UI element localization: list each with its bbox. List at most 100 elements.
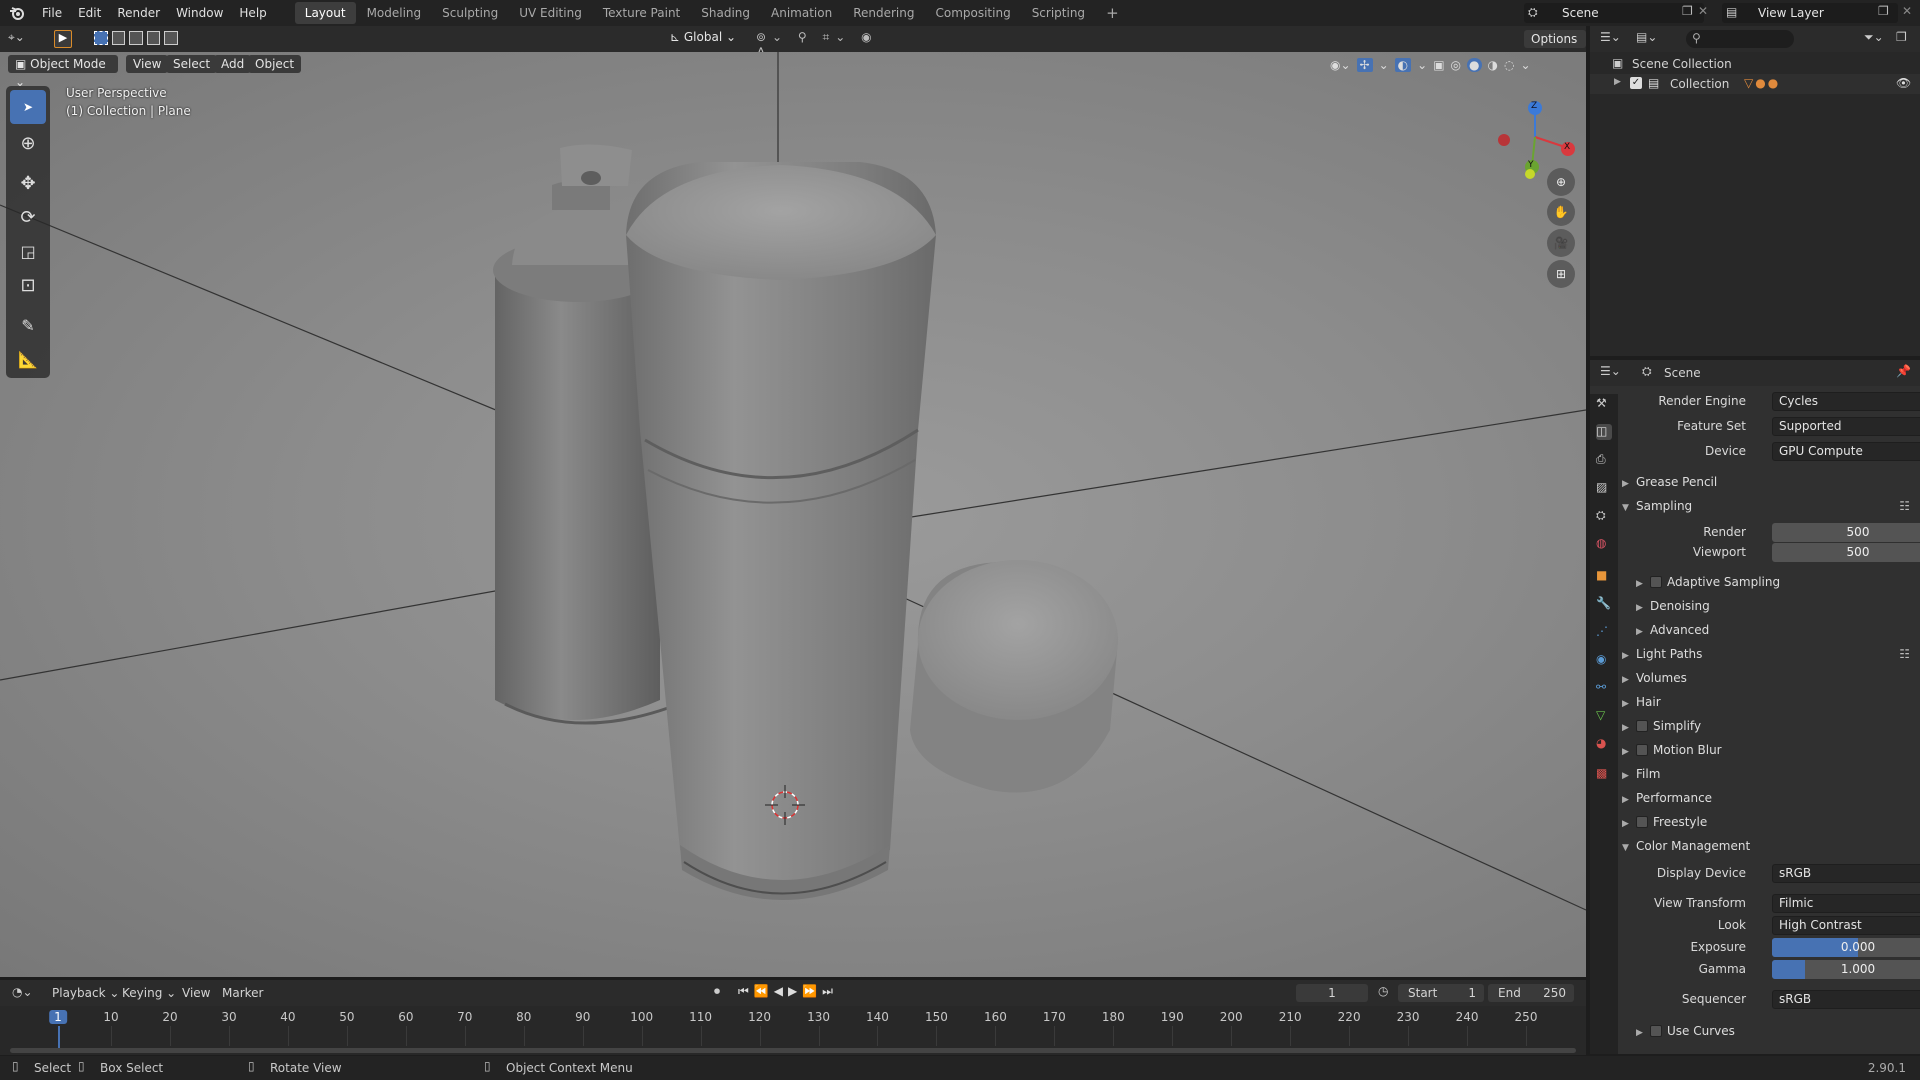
presets-icon[interactable]: ☷	[1899, 495, 1910, 517]
texture-tab-icon[interactable]: ▩	[1596, 766, 1612, 782]
tab-shading[interactable]: Shading	[691, 2, 760, 24]
tab-uv-editing[interactable]: UV Editing	[509, 2, 592, 24]
subpanel-use-curves[interactable]: ▶ Use Curves	[1622, 1020, 1920, 1042]
overlays-icon[interactable]: ◐	[1394, 58, 1412, 72]
copy-view-layer-icon[interactable]: ❐	[1878, 4, 1889, 18]
tab-animation[interactable]: Animation	[761, 2, 842, 24]
material-shading-icon[interactable]: ◑	[1488, 58, 1498, 72]
panel-color-management[interactable]: ▼ Color Management	[1622, 835, 1920, 857]
motion-blur-checkbox[interactable]	[1636, 744, 1648, 756]
presets-icon[interactable]: ☷	[1899, 643, 1910, 665]
collection-checkbox[interactable]: ✓	[1630, 77, 1642, 89]
render-tab-icon[interactable]: ◫	[1596, 424, 1612, 440]
world-tab-icon[interactable]: ◍	[1596, 536, 1612, 552]
outliner-row-scene-collection[interactable]: ▣ Scene Collection	[1590, 54, 1920, 74]
tab-texture-paint[interactable]: Texture Paint	[593, 2, 690, 24]
device-dropdown[interactable]: GPU Compute	[1772, 442, 1920, 461]
xray-icon[interactable]: ▣	[1433, 58, 1444, 72]
move-tool-icon[interactable]: ✥	[10, 166, 46, 200]
menu-add[interactable]: Add	[214, 55, 252, 73]
panel-volumes[interactable]: ▶ Volumes	[1622, 667, 1920, 689]
measure-tool-icon[interactable]: 📐	[10, 342, 46, 376]
panel-performance[interactable]: ▶ Performance	[1622, 787, 1920, 809]
constraints-tab-icon[interactable]: ⚯	[1596, 680, 1612, 696]
remove-view-layer-icon[interactable]: ✕	[1902, 4, 1912, 18]
tab-rendering[interactable]: Rendering	[843, 2, 924, 24]
menu-edit[interactable]: Edit	[70, 0, 109, 26]
panel-simplify[interactable]: ▶ Simplify	[1622, 715, 1920, 737]
select-tool-icon[interactable]: ▶	[54, 30, 72, 48]
physics-tab-icon[interactable]: ◉	[1596, 652, 1612, 668]
add-workspace-button[interactable]: +	[1096, 2, 1129, 24]
viewport-samples-field[interactable]: 500	[1772, 543, 1920, 562]
menu-object[interactable]: Object	[248, 55, 302, 73]
exposure-slider[interactable]: 0.000	[1772, 938, 1920, 957]
particles-tab-icon[interactable]: ⋰	[1596, 624, 1612, 640]
visibility-icon[interactable]: ◉⌄	[1330, 58, 1351, 72]
transform-tool-icon[interactable]: ⊡	[10, 268, 46, 302]
outliner-search-input[interactable]: ⚲	[1686, 30, 1794, 48]
sequencer-dropdown[interactable]: sRGB	[1772, 990, 1920, 1009]
output-tab-icon[interactable]: ⎙	[1596, 452, 1612, 468]
timeline-ruler[interactable]: 1 10 20 30 40 50 60 70 80 90 100 110 120 130 140 150 160…	[0, 980, 1586, 1055]
pivot-snap-icons[interactable]: ⊚⌄ ⚲ ⌗⌄ ◉ ⋀⌄	[756, 30, 896, 59]
cursor-tool-icon[interactable]: ⊕	[10, 126, 46, 160]
data-tab-icon[interactable]: ▽	[1596, 708, 1612, 724]
pin-icon[interactable]: 📌	[1896, 364, 1911, 378]
tab-layout[interactable]: Layout	[294, 2, 356, 24]
wireframe-shading-icon[interactable]: ◎	[1451, 58, 1461, 72]
timeline-scrollbar[interactable]	[10, 1048, 1576, 1053]
solid-shading-icon[interactable]: ●	[1467, 58, 1482, 72]
remove-scene-icon[interactable]: ✕	[1698, 4, 1708, 18]
outliner-editor-icon[interactable]: ☰⌄	[1600, 30, 1621, 44]
panel-grease-pencil[interactable]: ▶ Grease Pencil	[1622, 471, 1920, 493]
selection-mode-icons[interactable]	[94, 31, 178, 47]
panel-sampling[interactable]: ▼ Sampling ☷	[1622, 495, 1920, 517]
visibility-eye-icon[interactable]: 👁	[1896, 76, 1911, 90]
viewport-shading-buttons[interactable]: ◉⌄ ✢ ⌄ ◐ ⌄ ▣ ◎ ● ◑ ◌ ⌄	[1330, 55, 1575, 75]
menu-file[interactable]: File	[34, 0, 70, 26]
subpanel-denoising[interactable]: ▶ Denoising	[1622, 595, 1920, 617]
feature-set-dropdown[interactable]: Supported	[1772, 417, 1920, 436]
zoom-icon[interactable]: ⊕	[1547, 168, 1575, 196]
blender-logo-icon[interactable]	[0, 0, 34, 26]
camera-view-icon[interactable]: 🎥	[1547, 229, 1575, 257]
copy-scene-icon[interactable]: ❐	[1682, 4, 1693, 18]
use-curves-checkbox[interactable]	[1650, 1025, 1662, 1037]
editor-type-button[interactable]: ⌖⌄	[8, 30, 38, 48]
gizmo-icon[interactable]: ✢	[1356, 58, 1373, 72]
view-layer-selector[interactable]: ▤ View Layer ❐	[1722, 3, 1898, 23]
3d-viewport[interactable]: User Perspective (1) Collection | Plane …	[0, 52, 1586, 977]
render-samples-field[interactable]: 500	[1772, 523, 1920, 542]
panel-freestyle[interactable]: ▶ Freestyle	[1622, 811, 1920, 833]
tool-tab-icon[interactable]: ⚒	[1596, 396, 1612, 412]
panel-hair[interactable]: ▶ Hair	[1622, 691, 1920, 713]
filter-icon[interactable]: ⏷⌄	[1864, 30, 1884, 45]
menu-view[interactable]: View	[126, 55, 169, 73]
subpanel-adaptive-sampling[interactable]: ▶ Adaptive Sampling	[1622, 571, 1920, 593]
transform-orientation[interactable]: ⊾ Global ⌄	[670, 30, 748, 48]
object-mode-dropdown[interactable]: ▣ Object Mode ⌄	[8, 55, 118, 89]
material-tab-icon[interactable]: ◕	[1596, 736, 1612, 752]
freestyle-checkbox[interactable]	[1636, 816, 1648, 828]
adaptive-sampling-checkbox[interactable]	[1650, 576, 1662, 588]
annotate-tool-icon[interactable]: ✎	[10, 308, 46, 342]
ortho-grid-icon[interactable]: ⊞	[1547, 260, 1575, 288]
menu-select[interactable]: Select	[166, 55, 218, 73]
scene-tab-icon[interactable]: ⛭	[1596, 508, 1612, 524]
menu-render[interactable]: Render	[109, 0, 168, 26]
expand-arrow-icon[interactable]: ▶	[1614, 77, 1621, 87]
select-box-tool-icon[interactable]: ➤	[10, 90, 46, 124]
subpanel-advanced[interactable]: ▶ Advanced	[1622, 619, 1920, 641]
view-transform-dropdown[interactable]: Filmic	[1772, 894, 1920, 913]
tab-scripting[interactable]: Scripting	[1022, 2, 1095, 24]
display-mode-icon[interactable]: ▤⌄	[1636, 30, 1657, 44]
menu-window[interactable]: Window	[168, 0, 231, 26]
scene-selector[interactable]: ⛭ Scene ❐	[1524, 3, 1704, 23]
tab-compositing[interactable]: Compositing	[925, 2, 1020, 24]
panel-light-paths[interactable]: ▶ Light Paths ☷	[1622, 643, 1920, 665]
menu-help[interactable]: Help	[231, 0, 274, 26]
simplify-checkbox[interactable]	[1636, 720, 1648, 732]
panel-motion-blur[interactable]: ▶ Motion Blur	[1622, 739, 1920, 761]
view-layer-tab-icon[interactable]: ▨	[1596, 480, 1612, 496]
